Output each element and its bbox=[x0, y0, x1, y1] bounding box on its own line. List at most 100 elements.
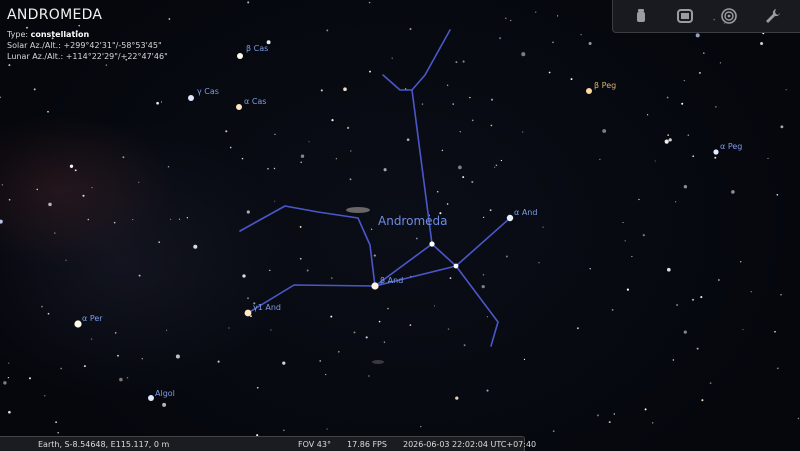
target-button[interactable] bbox=[719, 6, 739, 26]
fps-readout: 17.86 FPS bbox=[347, 440, 387, 449]
background-star bbox=[455, 396, 459, 400]
background-star bbox=[229, 146, 232, 149]
background-star bbox=[365, 336, 368, 339]
screen-icon bbox=[677, 9, 693, 23]
andromeda-branch bbox=[239, 205, 376, 287]
background-star bbox=[666, 267, 671, 272]
background-star bbox=[267, 167, 269, 170]
background-star bbox=[409, 324, 412, 326]
location-readout[interactable]: Earth, S-8.54648, E115.117, 0 m bbox=[38, 440, 169, 449]
background-star bbox=[521, 52, 526, 57]
background-star bbox=[368, 375, 370, 377]
background-star bbox=[353, 331, 356, 334]
background-star bbox=[122, 156, 125, 159]
background-star bbox=[57, 431, 59, 434]
background-star bbox=[482, 216, 485, 219]
constellation-name-label[interactable]: Andromeda bbox=[378, 214, 448, 228]
sky-canvas[interactable]: β Cas γ Cas α Cas β Peg α Peg α And β An… bbox=[0, 0, 800, 450]
background-star bbox=[126, 377, 129, 379]
background-star bbox=[169, 218, 172, 221]
background-star bbox=[462, 176, 465, 179]
background-star bbox=[105, 64, 107, 66]
background-star bbox=[774, 330, 776, 333]
background-star bbox=[247, 297, 249, 299]
background-star bbox=[54, 232, 56, 234]
background-star bbox=[580, 34, 582, 36]
target-icon bbox=[721, 8, 737, 24]
background-star bbox=[611, 309, 614, 311]
object-name: ANDROMEDA bbox=[7, 7, 103, 23]
background-star bbox=[421, 103, 424, 105]
background-star bbox=[387, 307, 389, 310]
background-star bbox=[350, 150, 352, 152]
background-star bbox=[420, 425, 422, 428]
background-star bbox=[1, 184, 4, 186]
background-star bbox=[36, 188, 38, 191]
fov-readout: FOV 43° bbox=[298, 440, 331, 449]
label-gamma-cas: γ Cas bbox=[197, 87, 219, 96]
settings-button[interactable] bbox=[763, 6, 783, 26]
background-star bbox=[306, 269, 309, 272]
datetime-readout[interactable]: 2026-06-03 22:02:04 UTC+07:40 bbox=[403, 440, 536, 449]
background-star bbox=[674, 201, 677, 203]
background-star bbox=[446, 203, 449, 205]
observatory-icon bbox=[637, 9, 645, 22]
background-star bbox=[300, 161, 303, 164]
background-star bbox=[447, 328, 450, 330]
background-star bbox=[8, 362, 10, 364]
background-star bbox=[299, 257, 302, 260]
star-pi-and bbox=[453, 263, 459, 269]
background-star bbox=[47, 110, 49, 113]
star-beta-cas bbox=[237, 53, 243, 59]
background-star bbox=[433, 305, 436, 307]
background-star bbox=[416, 237, 418, 240]
background-star bbox=[141, 358, 143, 360]
background-star bbox=[490, 98, 494, 101]
background-star bbox=[48, 202, 52, 207]
label-beta-and: β And bbox=[380, 276, 403, 285]
background-star bbox=[335, 158, 338, 160]
sky-view[interactable]: β Cas γ Cas α Cas β Peg α Peg α And β An… bbox=[0, 0, 800, 450]
background-star bbox=[622, 221, 624, 224]
object-type: Type: constellation bbox=[7, 29, 168, 40]
background-star bbox=[217, 360, 220, 363]
andromeda-arm-north bbox=[382, 29, 451, 91]
background-star bbox=[274, 200, 276, 202]
andromeda-galaxy[interactable] bbox=[346, 207, 370, 213]
background-star bbox=[701, 399, 704, 402]
background-star bbox=[370, 228, 373, 230]
background-star bbox=[406, 138, 410, 142]
background-star bbox=[576, 327, 579, 330]
background-star bbox=[308, 141, 310, 143]
background-star bbox=[225, 130, 228, 133]
background-star bbox=[709, 382, 712, 384]
background-star bbox=[166, 329, 168, 331]
background-star bbox=[683, 185, 688, 189]
background-star bbox=[242, 274, 246, 278]
background-star bbox=[349, 178, 352, 181]
background-star bbox=[552, 41, 554, 44]
background-star bbox=[714, 156, 717, 159]
star-delta-and bbox=[429, 241, 435, 247]
background-star bbox=[522, 131, 524, 133]
background-star bbox=[378, 320, 381, 323]
background-star bbox=[481, 284, 485, 289]
background-star bbox=[608, 421, 611, 424]
background-star bbox=[330, 315, 333, 318]
label-alpha-and: α And bbox=[514, 208, 537, 217]
object-type-value: constellation bbox=[30, 30, 90, 39]
background-star bbox=[482, 274, 485, 276]
background-star bbox=[113, 221, 116, 224]
background-star bbox=[319, 360, 322, 362]
background-star bbox=[47, 312, 50, 315]
background-star bbox=[740, 261, 742, 263]
background-star bbox=[652, 422, 654, 424]
background-star bbox=[510, 19, 512, 22]
observatory-button[interactable] bbox=[631, 6, 651, 26]
lunar-az-alt: Lunar Az./Alt.: +114°22'29"/+22°47'46" bbox=[7, 52, 168, 61]
background-star bbox=[667, 134, 670, 136]
background-star bbox=[117, 354, 119, 357]
andromeda-south bbox=[455, 265, 499, 347]
triangulum-galaxy[interactable] bbox=[372, 360, 384, 364]
screen-button[interactable] bbox=[675, 6, 695, 26]
